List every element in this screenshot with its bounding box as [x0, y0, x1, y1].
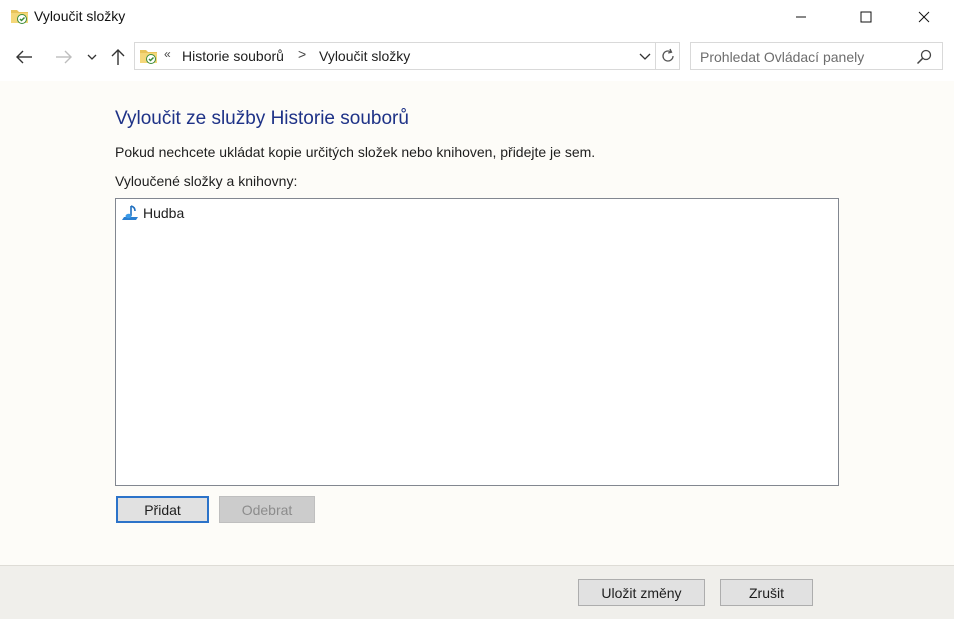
arrow-up-icon [111, 49, 125, 65]
address-bar[interactable]: « Historie souborů > Vyloučit složky [134, 42, 656, 70]
list-item-hudba[interactable]: Hudba [120, 203, 184, 223]
save-changes-button[interactable]: Uložit změny [578, 579, 705, 606]
address-dropdown-button[interactable] [638, 49, 652, 63]
search-icon[interactable] [916, 49, 932, 65]
forward-button[interactable] [50, 43, 78, 71]
breadcrumb-vyloucit-slozky[interactable]: Vyloučit složky [319, 48, 410, 64]
title-bar: Vyloučit složky [0, 0, 954, 33]
maximize-button[interactable] [843, 0, 889, 33]
chevron-down-icon [87, 54, 97, 60]
up-button[interactable] [106, 43, 130, 71]
music-library-icon [120, 203, 140, 223]
add-button[interactable]: Přidat [116, 496, 209, 523]
close-icon [918, 11, 930, 22]
refresh-icon [661, 48, 674, 62]
page-title: Vyloučit ze služby Historie souborů [115, 108, 409, 129]
page-description: Pokud nechcete ukládat kopie určitých sl… [115, 144, 596, 160]
arrow-right-icon [56, 50, 72, 64]
navigation-bar: « Historie souborů > Vyloučit složky Pro… [0, 33, 954, 81]
cancel-button[interactable]: Zrušit [720, 579, 813, 606]
recent-locations-button[interactable] [84, 43, 100, 71]
maximize-icon [860, 11, 872, 22]
minimize-icon [796, 16, 806, 17]
search-placeholder: Prohledat Ovládací panely [700, 49, 865, 65]
remove-button[interactable]: Odebrat [219, 496, 315, 523]
excluded-folders-list[interactable]: Hudba [115, 198, 839, 486]
refresh-button[interactable] [656, 42, 680, 70]
file-history-folder-icon [139, 46, 159, 66]
arrow-left-icon [16, 50, 32, 64]
dialog-footer: Uložit změny Zrušit [0, 565, 954, 619]
breadcrumb-separator[interactable]: > [298, 46, 306, 62]
search-input[interactable]: Prohledat Ovládací panely [690, 42, 943, 70]
list-item-label: Hudba [143, 205, 185, 221]
window-title: Vyloučit složky [34, 8, 126, 24]
chevron-down-icon [639, 53, 651, 60]
breadcrumb-historie-souboru[interactable]: Historie souborů [182, 48, 284, 64]
back-button[interactable] [10, 43, 38, 71]
file-history-folder-icon [10, 6, 30, 26]
breadcrumb-overflow-button[interactable]: « [164, 47, 171, 61]
minimize-button[interactable] [778, 0, 824, 33]
close-button[interactable] [901, 0, 947, 33]
excluded-list-label: Vyloučené složky a knihovny: [115, 173, 298, 189]
